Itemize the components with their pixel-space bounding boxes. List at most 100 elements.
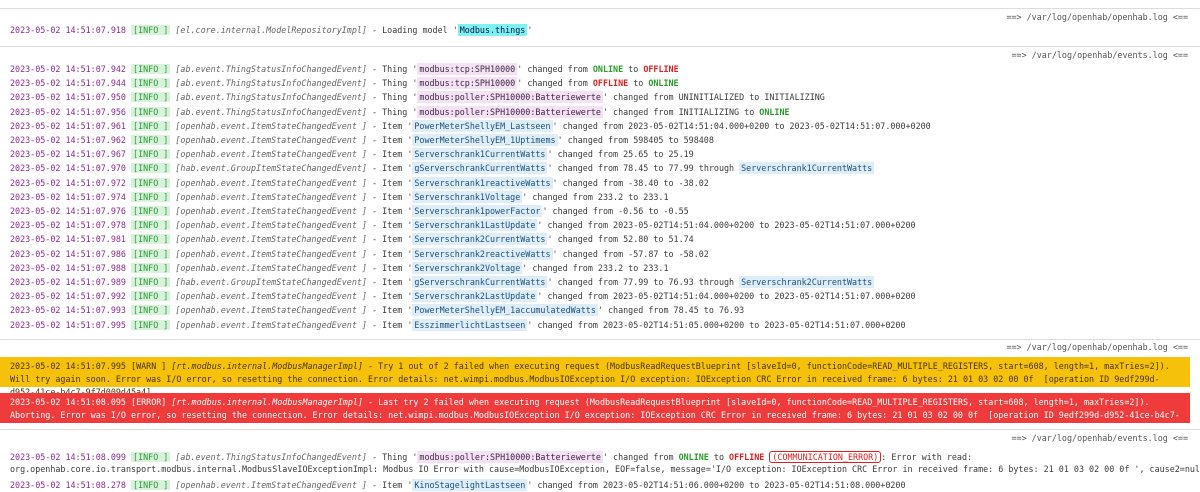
log-line: 2023-05-02 14:51:08.278 [INFO ] [openhab…: [10, 478, 906, 492]
status-from: OFFLINE: [592, 78, 629, 89]
timestamp: 2023-05-02 14:51:07.993: [10, 305, 126, 316]
item-name: Serverschrank2reactiveWatts: [412, 247, 553, 260]
value-from: -0.56: [618, 206, 644, 216]
logger-name: [ab.event.ThingStatusInfoChangedEvent]: [175, 78, 367, 89]
timestamp: 2023-05-02 14:51:07.970: [10, 163, 126, 174]
timestamp: 2023-05-02 14:51:07.992: [10, 291, 126, 302]
level-badge: [INFO ]: [131, 305, 171, 316]
level-badge: [INFO ]: [131, 319, 171, 330]
thing-uid: modbus:poller:SPH10000:Batteriewerte: [417, 91, 603, 104]
level-badge: [INFO ]: [131, 135, 171, 145]
log-line: 2023-05-02 14:51:07.992 [INFO ] [openhab…: [10, 289, 916, 303]
timestamp: 2023-05-02 14:51:07.942: [10, 64, 126, 74]
item-name: KinoStagelightLastseen: [412, 479, 528, 491]
level-badge: [INFO ]: [131, 163, 171, 174]
changed-from: ' changed from: [547, 234, 624, 245]
log-file-path: ==> /var/log/openhab/events.log <==: [1011, 433, 1188, 443]
timestamp: 2023-05-02 14:51:07.995: [10, 319, 126, 330]
thing-uid: modbus:tcp:SPH10000: [417, 77, 518, 90]
value-from: 2023-05-02T14:51:04.000+0200: [628, 120, 770, 131]
status-to: ONLINE: [759, 106, 790, 117]
log-line: 2023-05-02 14:51:07.974 [INFO ] [openhab…: [10, 190, 669, 204]
item-prefix: - Item ': [372, 206, 413, 216]
thing-uid: modbus:poller:SPH10000:Batteriewerte: [417, 105, 603, 118]
level-badge: [INFO ]: [131, 234, 171, 245]
item-name: PowerMeterShellyEM_Lastseen: [412, 119, 553, 132]
value-to: 2023-05-02T14:51:08.000+0200: [764, 480, 906, 490]
item-name: Serverschrank1Voltage: [412, 190, 523, 203]
value-to: -38.02: [678, 177, 709, 188]
level-badge: [INFO ]: [131, 92, 171, 103]
item-prefix: - Item ': [372, 163, 413, 174]
value-to: 598408: [683, 135, 714, 145]
level-badge: [INFO ]: [131, 277, 171, 287]
changed-from: ' changed from: [552, 177, 629, 188]
item-prefix: - Item ': [372, 120, 413, 131]
timestamp: 2023-05-02 14:51:07.967: [10, 149, 126, 160]
item-prefix: - Item ': [372, 135, 413, 145]
value-to: 51.74: [668, 234, 694, 245]
value-from: 2023-05-02T14:51:05.000+0200: [602, 319, 745, 330]
log-line: 2023-05-02 14:51:07.978 [INFO ] [openhab…: [10, 218, 916, 232]
item-prefix: - Item ': [372, 234, 413, 245]
timestamp: 2023-05-02 14:51:07.961: [10, 120, 126, 131]
item-name: Serverschrank2CurrentWatts: [412, 233, 548, 246]
changed-from: ' changed from: [517, 64, 593, 74]
log-line: 2023-05-02 14:51:07.970 [INFO ] [hab.eve…: [10, 161, 875, 175]
status-to: INITIALIZING: [764, 92, 825, 103]
changed-from: ' changed from: [552, 248, 629, 259]
status-to: OFFLINE: [643, 64, 679, 74]
level-badge: [INFO ]: [131, 291, 171, 302]
to-label: to: [769, 120, 790, 131]
level-badge: [INFO ]: [131, 262, 171, 273]
level-badge: [INFO ]: [131, 220, 171, 231]
value-to: 76.93: [718, 305, 745, 316]
level-badge: [WARN ]: [131, 361, 167, 371]
value-to: 2023-05-02T14:51:07.000+0200: [774, 220, 916, 231]
changed-from: ' changed from: [517, 78, 593, 89]
changed-from: ' changed from: [527, 319, 603, 330]
value-from: 78.45: [673, 305, 699, 316]
thing-uid: modbus:tcp:SPH10000: [417, 63, 518, 75]
level-badge: [INFO ]: [131, 248, 171, 259]
value-to: 76.93: [668, 277, 694, 287]
item-name: Serverschrank2Voltage: [412, 261, 523, 274]
error-entry: 2023-05-02 14:51:08.095 [ERROR] [rt.modb…: [0, 393, 1190, 433]
timestamp: 2023-05-02 14:51:07.962: [10, 135, 126, 145]
value-from: 77.99: [623, 277, 649, 287]
timestamp: 2023-05-02 14:51:07.974: [10, 191, 126, 202]
item-name: Serverschrank1powerFactor: [412, 205, 543, 217]
changed-from: ' changed from: [552, 120, 629, 131]
item-name: Serverschrank1reactiveWatts: [412, 176, 553, 189]
thing-prefix: - Thing ': [372, 78, 418, 89]
logger-name: [ab.event.ThingStatusInfoChangedEvent]: [175, 64, 367, 74]
logger-name: [openhab.event.ItemStateChangedEvent ]: [175, 135, 367, 145]
to-label: to: [708, 452, 730, 462]
to-label: to: [663, 135, 684, 145]
log-line: 2023-05-02 14:51:07.993 [INFO ] [openhab…: [10, 303, 744, 317]
thing-prefix: - Thing ': [372, 106, 418, 117]
to-label: to: [648, 234, 669, 245]
item-prefix: - Item ': [372, 262, 413, 273]
logger-name: [openhab.event.ItemStateChangedEvent ]: [175, 206, 367, 216]
thing-prefix: - Thing ': [372, 64, 418, 74]
level-badge: [INFO ]: [131, 177, 171, 188]
item-prefix: - Item ': [372, 220, 413, 231]
item-prefix: - Item ': [372, 291, 413, 302]
item-name: gServerschrankCurrentWatts: [412, 162, 548, 175]
level-badge: [INFO ]: [131, 78, 171, 89]
value-from: -38.40: [628, 177, 659, 188]
log-line: 2023-05-02 14:51:07.961 [INFO ] [openhab…: [10, 119, 931, 133]
item-prefix: - Item ': [372, 248, 413, 259]
timestamp: 2023-05-02 14:51:07.978: [10, 220, 126, 231]
changed-from: ' changed from: [602, 106, 679, 117]
logger-name: [openhab.event.ItemStateChangedEvent ]: [175, 120, 367, 131]
level-badge: [INFO ]: [131, 452, 171, 462]
log-line-continuation: org.openhab.core.io.transport.modbus.int…: [10, 464, 1200, 474]
timestamp: 2023-05-02 14:51:07.986: [10, 248, 126, 259]
through-label: through: [693, 277, 740, 287]
to-label: to: [698, 305, 719, 316]
value-from: 233.2: [597, 191, 624, 202]
quote: ': [527, 25, 533, 35]
changed-from: ' changed from: [602, 452, 679, 462]
